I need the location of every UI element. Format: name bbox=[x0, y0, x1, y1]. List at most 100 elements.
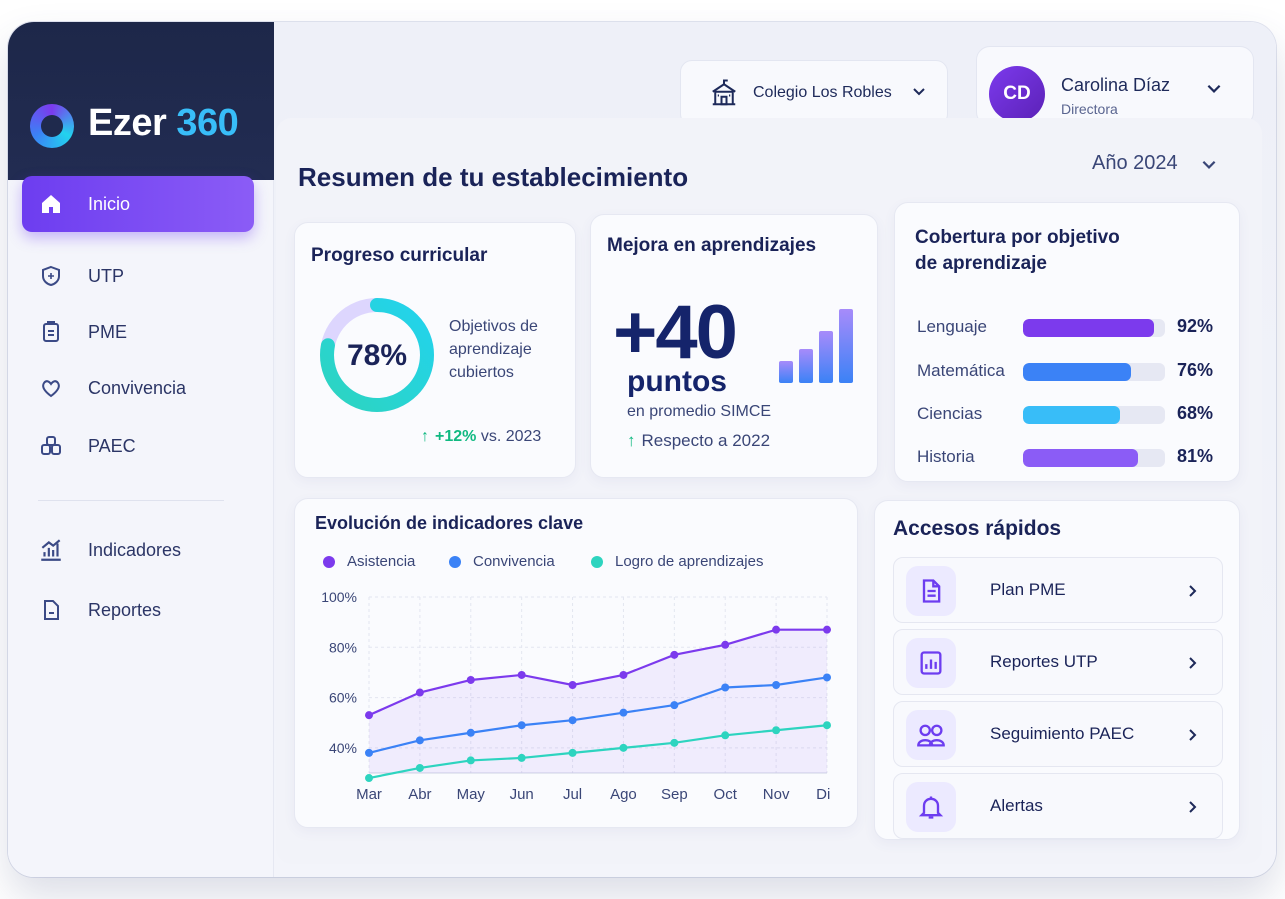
brand-number: 360 bbox=[176, 102, 239, 144]
data-point bbox=[772, 625, 781, 634]
data-point bbox=[619, 743, 628, 752]
sidebar-item-label: PME bbox=[88, 321, 128, 342]
sidebar-item-label: PAEC bbox=[88, 435, 136, 456]
data-point bbox=[466, 675, 475, 684]
quick-item-plan-pme[interactable]: Plan PME bbox=[893, 557, 1223, 623]
coverage-value: 68% bbox=[1177, 403, 1214, 423]
logo-icon bbox=[30, 104, 74, 148]
trend-title: Evolución de indicadores clave bbox=[315, 513, 584, 533]
legend-item: Convivencia bbox=[449, 553, 555, 570]
brand-header: Ezer 360 bbox=[8, 22, 274, 180]
brand-name[interactable]: Ezer 360 bbox=[88, 102, 239, 145]
quick-item-alertas[interactable]: Alertas bbox=[893, 773, 1223, 839]
series-area bbox=[369, 629, 827, 773]
data-point bbox=[823, 721, 831, 730]
data-point bbox=[670, 738, 679, 747]
sidebar-item-label: Indicadores bbox=[88, 539, 182, 560]
user-menu[interactable]: CD Carolina Díaz Directora bbox=[976, 46, 1254, 126]
data-point bbox=[721, 640, 730, 649]
school-selector[interactable]: Colegio Los Robles bbox=[680, 60, 948, 126]
data-point bbox=[670, 701, 679, 710]
sidebar-item-inicio[interactable]: Inicio bbox=[22, 176, 254, 232]
data-point bbox=[517, 670, 526, 679]
sidebar-item-label: Reportes bbox=[88, 599, 162, 620]
sidebar-item-paec[interactable]: PAEC bbox=[22, 418, 254, 474]
data-point bbox=[415, 763, 424, 772]
coverage-bar-fill bbox=[1023, 406, 1120, 424]
arrow-up-icon: ↑ bbox=[627, 431, 636, 450]
coverage-subject: Ciencias bbox=[917, 404, 983, 423]
data-point bbox=[365, 748, 373, 757]
arrow-up-icon: ↑ bbox=[421, 428, 429, 445]
quick-access-card: Accesos rápidos Plan PME Reportes UTP Se… bbox=[874, 500, 1240, 840]
bar-chart-icon bbox=[38, 537, 64, 563]
improvement-value: +40 bbox=[613, 290, 738, 375]
data-point bbox=[517, 753, 526, 762]
sidebar-item-convivencia[interactable]: Convivencia bbox=[22, 360, 254, 416]
sidebar-item-utp[interactable]: UTP bbox=[22, 248, 254, 304]
sidebar-item-pme[interactable]: PME bbox=[22, 304, 254, 360]
quick-item-label: Plan PME bbox=[990, 580, 1066, 599]
legend-label: Convivencia bbox=[473, 553, 555, 570]
improvement-caption: en promedio SIMCE bbox=[627, 403, 772, 420]
x-tick-label: Jun bbox=[510, 786, 534, 803]
data-point bbox=[568, 716, 577, 725]
y-tick-label: 100% bbox=[321, 589, 357, 605]
year-selector[interactable]: Año 2024 bbox=[1092, 152, 1218, 175]
progress-delta-suffix: vs. 2023 bbox=[480, 428, 542, 445]
sidebar-item-reportes[interactable]: Reportes bbox=[22, 582, 254, 638]
chevron-right-icon bbox=[1184, 654, 1200, 677]
x-tick-label: Dic bbox=[816, 786, 831, 803]
legend-dot bbox=[449, 555, 461, 568]
data-point bbox=[568, 681, 577, 689]
sidebar-item-indicadores[interactable]: Indicadores bbox=[22, 522, 254, 578]
quick-item-seguimiento-paec[interactable]: Seguimiento PAEC bbox=[893, 701, 1223, 767]
data-point bbox=[466, 756, 475, 765]
data-point bbox=[517, 721, 526, 730]
legend-item: Logro de aprendizajes bbox=[591, 553, 763, 570]
report-chart-icon bbox=[906, 638, 956, 688]
y-tick-label: 80% bbox=[329, 639, 357, 655]
users-icon bbox=[906, 710, 956, 760]
school-icon bbox=[709, 78, 739, 108]
coverage-value: 76% bbox=[1177, 360, 1214, 380]
coverage-row: Matemática 76% bbox=[917, 359, 1223, 383]
chevron-right-icon bbox=[1184, 582, 1200, 605]
quick-item-label: Seguimiento PAEC bbox=[990, 724, 1135, 743]
data-point bbox=[619, 708, 628, 717]
quick-item-label: Reportes UTP bbox=[990, 652, 1098, 671]
coverage-bar-fill bbox=[1023, 319, 1154, 337]
user-role: Directora bbox=[1061, 101, 1118, 117]
coverage-card: Cobertura por objetivo de aprendizaje Le… bbox=[894, 202, 1240, 482]
coverage-title-line2: de aprendizaje bbox=[915, 253, 1047, 274]
x-tick-label: Sep bbox=[661, 786, 688, 803]
blocks-icon bbox=[38, 433, 64, 459]
coverage-title: Cobertura por objetivo de aprendizaje bbox=[915, 225, 1120, 277]
data-point bbox=[670, 650, 679, 659]
coverage-bar-track bbox=[1023, 449, 1165, 467]
coverage-title-line1: Cobertura por objetivo bbox=[915, 227, 1120, 248]
quick-item-reportes-utp[interactable]: Reportes UTP bbox=[893, 629, 1223, 695]
coverage-row: Ciencias 68% bbox=[917, 402, 1223, 426]
legend-label: Logro de aprendizajes bbox=[615, 553, 764, 570]
coverage-subject: Lenguaje bbox=[917, 317, 987, 336]
x-tick-label: Nov bbox=[763, 786, 790, 803]
trend-card: Evolución de indicadores clave Asistenci… bbox=[294, 498, 858, 828]
x-tick-label: Mar bbox=[356, 786, 382, 803]
data-point bbox=[365, 711, 373, 720]
improvement-unit: puntos bbox=[627, 365, 727, 398]
chevron-right-icon bbox=[1184, 726, 1200, 749]
progress-title: Progreso curricular bbox=[311, 245, 488, 266]
progress-delta-value: +12% bbox=[435, 428, 477, 445]
data-point bbox=[721, 731, 730, 740]
data-point bbox=[823, 673, 831, 682]
coverage-bar-track bbox=[1023, 319, 1165, 337]
quick-title: Accesos rápidos bbox=[893, 517, 1062, 540]
coverage-row: Lenguaje 92% bbox=[917, 315, 1223, 339]
report-icon bbox=[38, 597, 64, 623]
data-point bbox=[823, 625, 831, 634]
sidebar-divider bbox=[38, 500, 224, 501]
coverage-bar-track bbox=[1023, 363, 1165, 381]
brand-word: Ezer bbox=[88, 102, 167, 144]
document-icon bbox=[906, 566, 956, 616]
